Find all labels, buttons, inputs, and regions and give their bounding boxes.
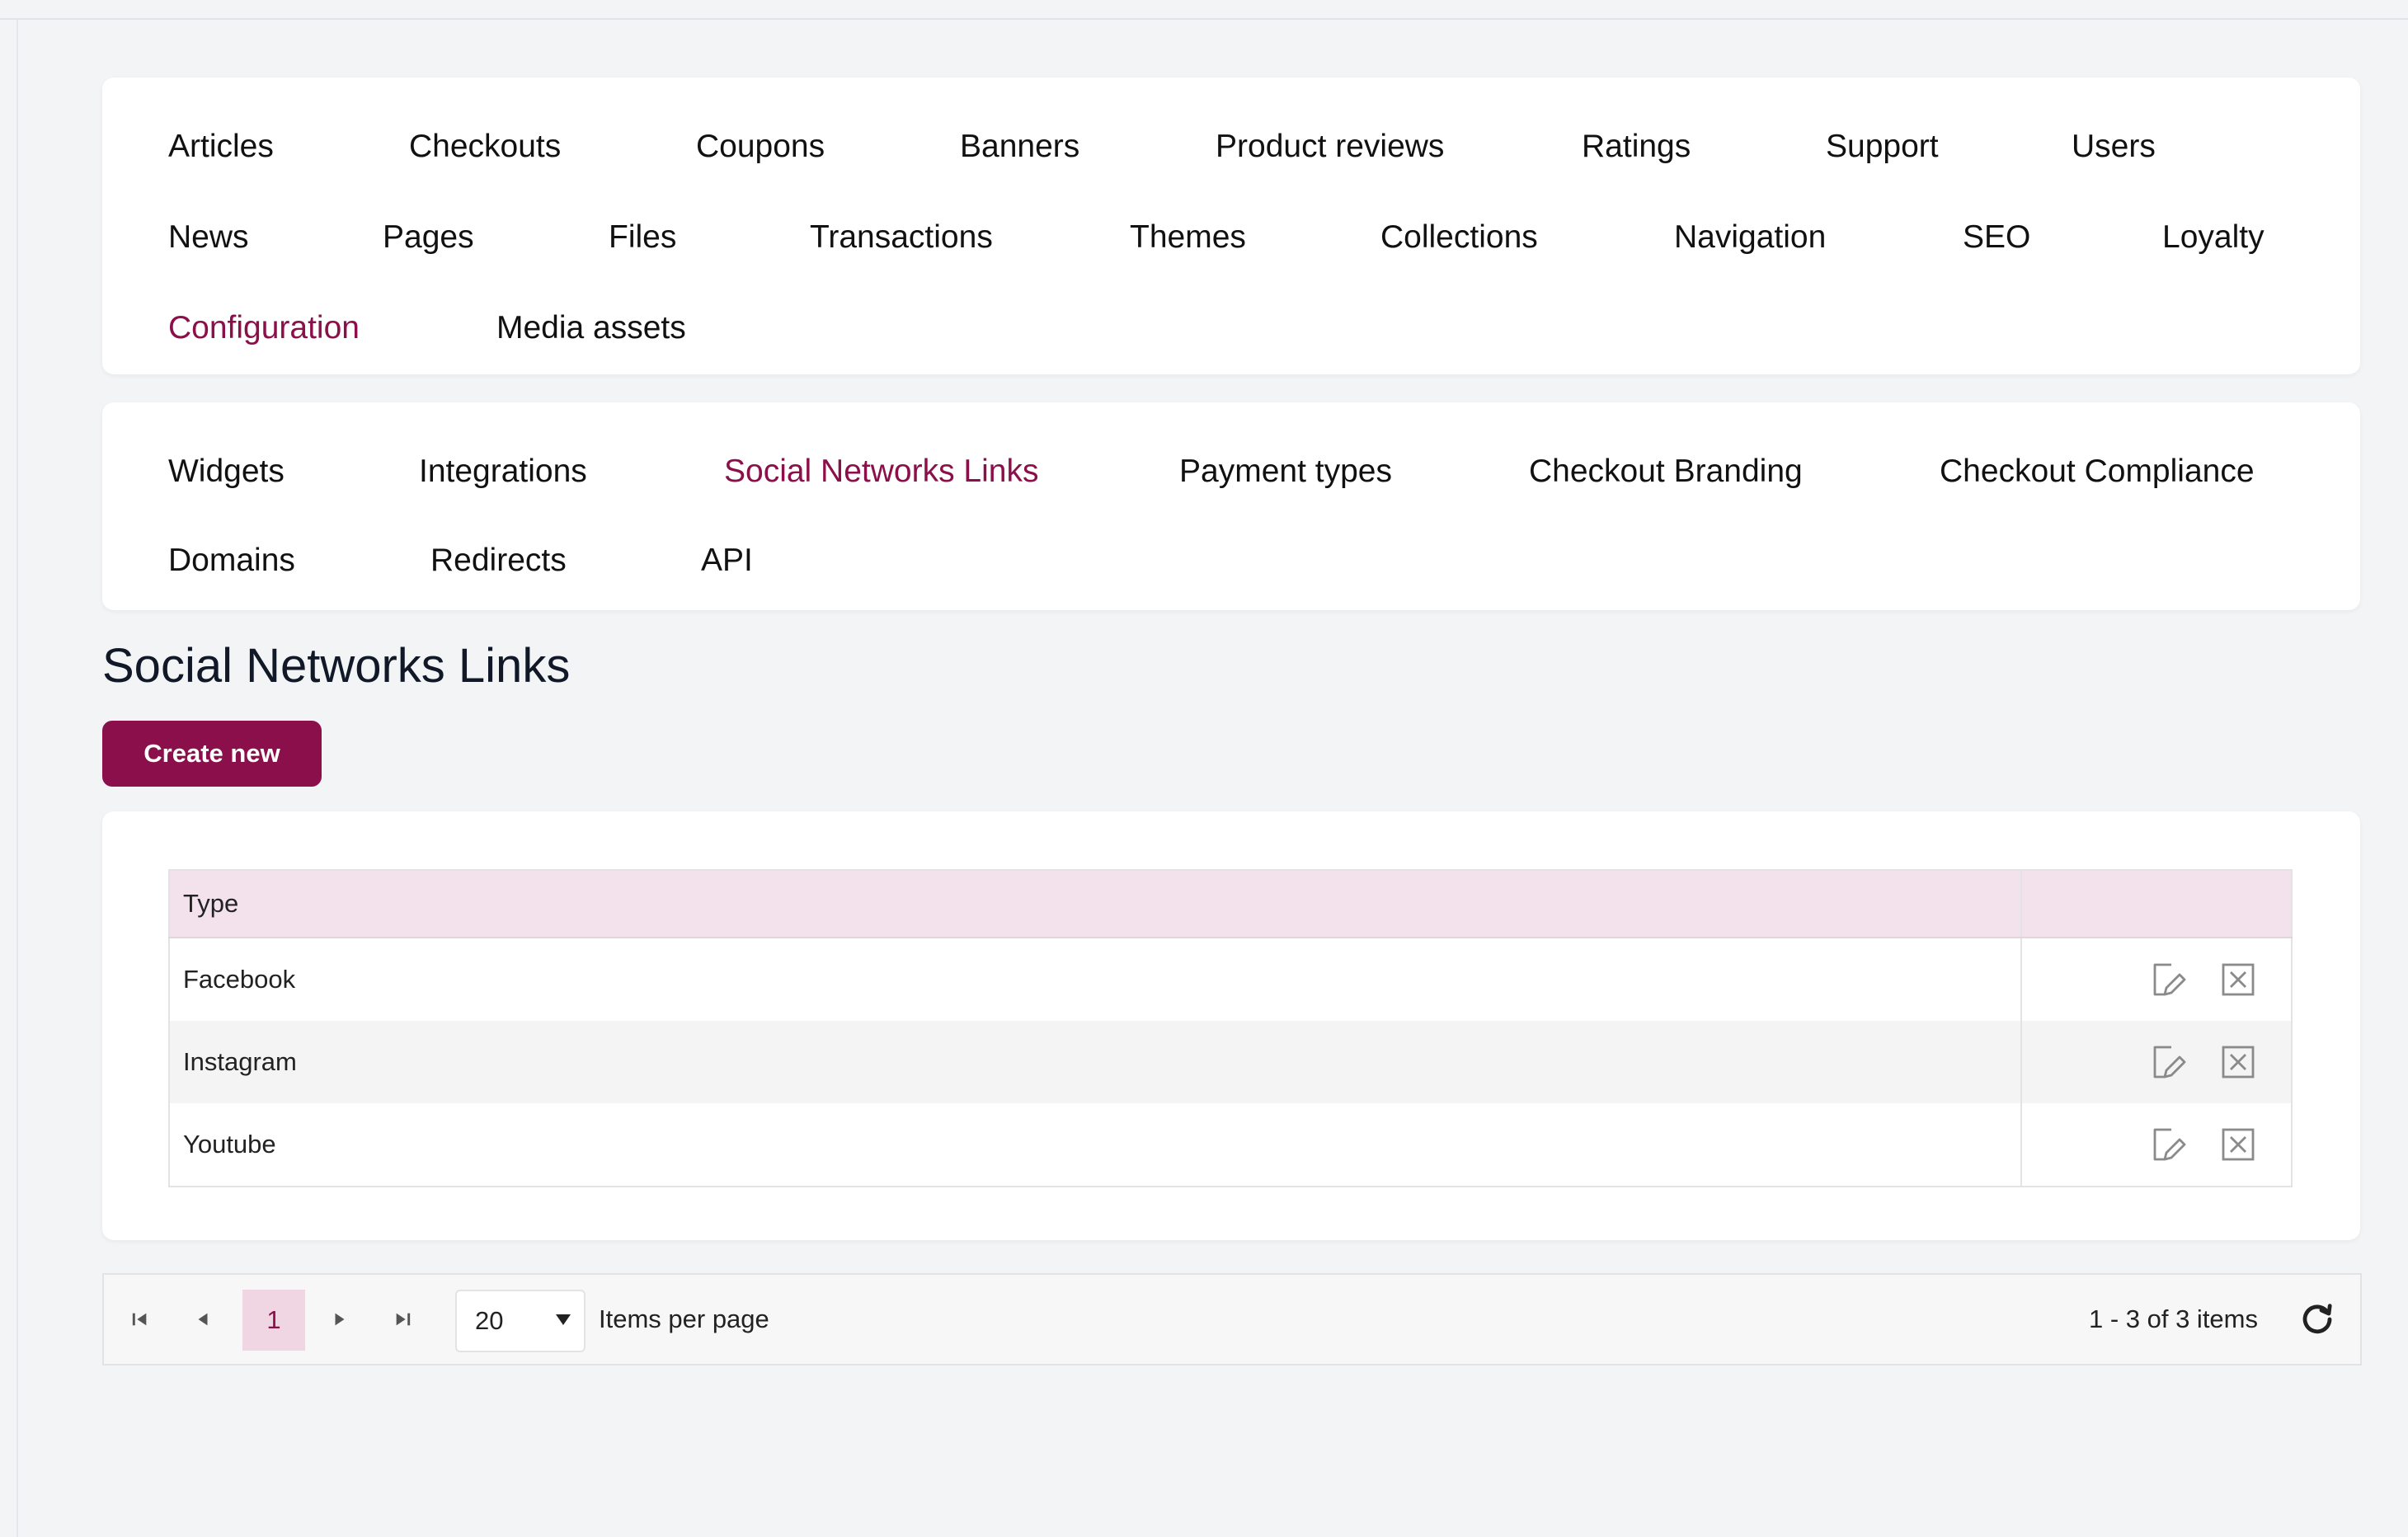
table-card: Type Facebook Instagram Youtube [102, 811, 2360, 1240]
nav-media-assets[interactable]: Media assets [496, 303, 686, 353]
first-page-button[interactable] [111, 1290, 170, 1349]
cell-type: Instagram [169, 1021, 2021, 1103]
nav-seo[interactable]: SEO [1963, 213, 2030, 262]
cell-type: Youtube [183, 1130, 276, 1159]
next-page-icon [335, 1313, 345, 1326]
nav-checkouts[interactable]: Checkouts [409, 122, 561, 172]
page-size-label: Items per page [599, 1304, 769, 1333]
subnav-checkout-compliance[interactable]: Checkout Compliance [1940, 447, 2255, 496]
table-row: Facebook [169, 938, 2292, 1021]
pager-info: 1 - 3 of 3 items [2088, 1304, 2258, 1333]
primary-nav-row-2: News Pages Files Transactions Themes Col… [168, 213, 2294, 262]
social-links-table: Type Facebook Instagram Youtube [168, 869, 2293, 1187]
nav-pages[interactable]: Pages [383, 213, 474, 262]
prev-page-icon [198, 1313, 208, 1326]
subnav-api[interactable]: API [701, 536, 753, 585]
table-row: Youtube [169, 1103, 2292, 1187]
prev-page-button[interactable] [173, 1290, 233, 1349]
cell-actions [2020, 938, 2292, 1021]
page-size-value: 20 [475, 1306, 504, 1335]
cell-type: Facebook [183, 965, 296, 994]
pager: 1 20 Items per page 1 - 3 of 3 items [102, 1273, 2362, 1365]
top-border [0, 0, 2408, 20]
column-header-type[interactable]: Type [169, 870, 2021, 938]
nav-coupons[interactable]: Coupons [696, 122, 825, 172]
delete-icon[interactable] [2218, 1042, 2258, 1082]
secondary-nav: Widgets Integrations Social Networks Lin… [102, 402, 2360, 610]
nav-news[interactable]: News [168, 213, 249, 262]
table-row: Instagram [169, 1021, 2292, 1103]
last-page-icon [396, 1313, 411, 1326]
nav-product-reviews[interactable]: Product reviews [1216, 122, 1444, 172]
page-title: Social Networks Links [102, 639, 571, 693]
nav-users[interactable]: Users [2072, 122, 2156, 172]
nav-files[interactable]: Files [609, 213, 676, 262]
subnav-redirects[interactable]: Redirects [430, 536, 567, 585]
primary-nav-row-1: Articles Checkouts Coupons Banners Produ… [168, 122, 2294, 172]
nav-articles[interactable]: Articles [168, 122, 274, 172]
edit-icon[interactable] [2148, 1125, 2188, 1164]
table-header-row: Type [169, 870, 2292, 938]
nav-support[interactable]: Support [1826, 122, 1939, 172]
next-page-button[interactable] [310, 1290, 369, 1349]
edit-icon[interactable] [2148, 1042, 2188, 1082]
nav-transactions[interactable]: Transactions [810, 213, 993, 262]
nav-ratings[interactable]: Ratings [1582, 122, 1691, 172]
nav-loyalty[interactable]: Loyalty [2162, 213, 2265, 262]
caret-down-icon [556, 1314, 571, 1325]
nav-configuration[interactable]: Configuration [168, 303, 360, 353]
subnav-widgets[interactable]: Widgets [168, 447, 285, 496]
column-header-actions [2020, 870, 2292, 938]
secondary-nav-row-1: Widgets Integrations Social Networks Lin… [168, 447, 2294, 496]
subnav-payment-types[interactable]: Payment types [1179, 447, 1392, 496]
nav-themes[interactable]: Themes [1130, 213, 1246, 262]
cell-actions [2020, 1021, 2292, 1103]
cell-actions [2020, 1103, 2292, 1187]
left-border [16, 20, 18, 1537]
page-size-select[interactable]: 20 [455, 1290, 586, 1352]
edit-icon[interactable] [2148, 960, 2188, 999]
subnav-integrations[interactable]: Integrations [419, 447, 587, 496]
delete-icon[interactable] [2218, 1125, 2258, 1164]
subnav-checkout-branding[interactable]: Checkout Branding [1529, 447, 1803, 496]
nav-banners[interactable]: Banners [960, 122, 1079, 172]
delete-icon[interactable] [2218, 960, 2258, 999]
primary-nav-row-3: Configuration Media assets [168, 303, 2294, 353]
first-page-icon [132, 1313, 147, 1326]
last-page-button[interactable] [373, 1290, 432, 1349]
primary-nav: Articles Checkouts Coupons Banners Produ… [102, 78, 2360, 374]
secondary-nav-row-2: Domains Redirects API [168, 536, 2294, 585]
subnav-social-networks-links[interactable]: Social Networks Links [724, 447, 1038, 496]
nav-navigation[interactable]: Navigation [1674, 213, 1826, 262]
nav-collections[interactable]: Collections [1380, 213, 1538, 262]
refresh-icon[interactable] [2297, 1300, 2337, 1339]
create-new-button[interactable]: Create new [102, 721, 322, 787]
current-page-button[interactable]: 1 [242, 1290, 305, 1351]
subnav-domains[interactable]: Domains [168, 536, 295, 585]
